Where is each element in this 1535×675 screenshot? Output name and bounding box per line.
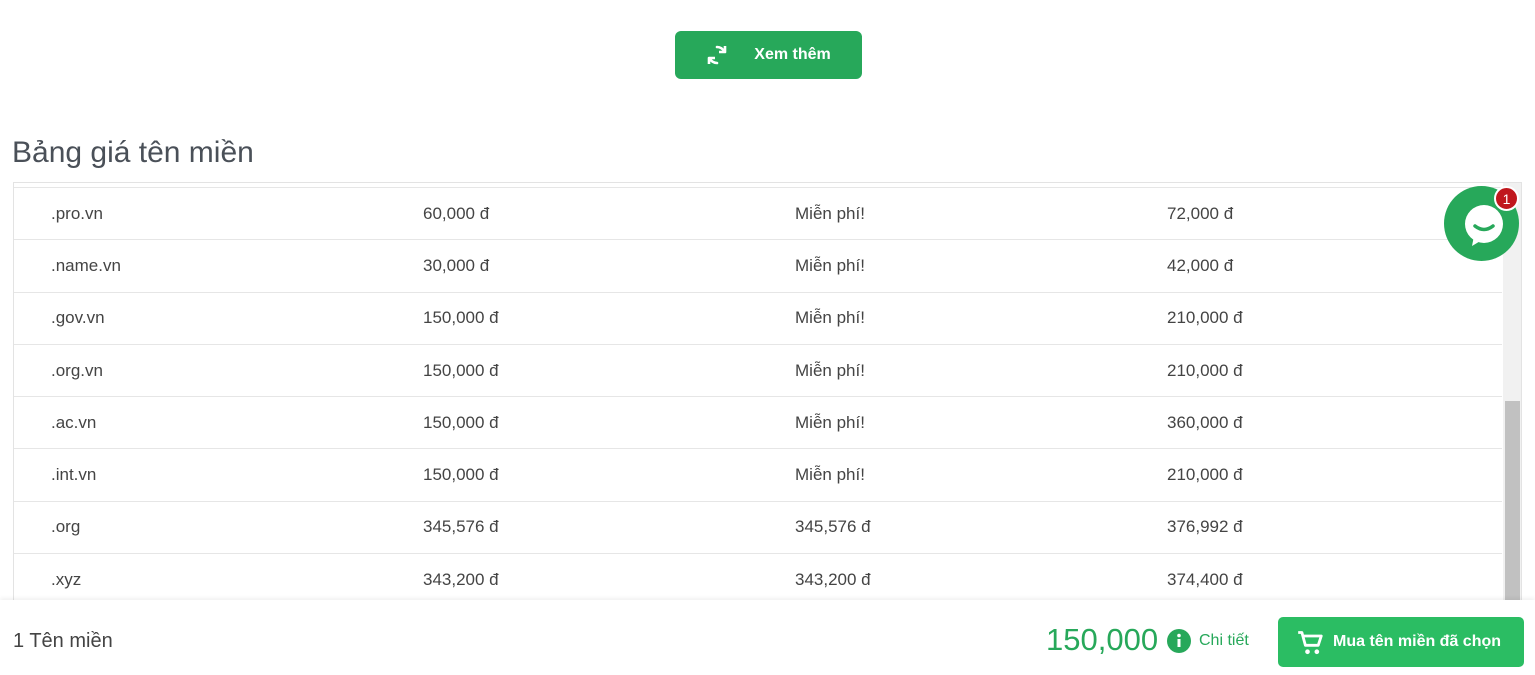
- transfer-price-cell: Miễn phí!: [795, 203, 865, 223]
- table-row[interactable]: .org 345,576 đ 345,576 đ 376,992 đ: [14, 502, 1502, 555]
- transfer-price-cell: Miễn phí!: [795, 412, 865, 432]
- renew-price-cell: 210,000 đ: [1167, 308, 1243, 328]
- table-row[interactable]: .name.vn 30,000 đ Miễn phí! 42,000 đ: [14, 240, 1502, 293]
- table-row[interactable]: .int.vn 150,000 đ Miễn phí! 210,000 đ: [14, 449, 1502, 502]
- table-row[interactable]: .org.vn 150,000 đ Miễn phí! 210,000 đ: [14, 345, 1502, 398]
- info-icon[interactable]: [1166, 628, 1192, 654]
- register-price-cell: 30,000 đ: [423, 255, 490, 275]
- cart-total: 150,000: [1046, 622, 1159, 657]
- register-price-cell: 150,000 đ: [423, 360, 499, 380]
- domain-tld-cell: .xyz: [51, 569, 82, 589]
- register-price-cell: 150,000 đ: [423, 465, 499, 485]
- domain-tld-cell: .ac.vn: [51, 412, 97, 432]
- renew-price-cell: 210,000 đ: [1167, 360, 1243, 380]
- detail-link[interactable]: Chi tiết: [1199, 632, 1249, 650]
- buy-selected-domains-button[interactable]: Mua tên miền đã chọn: [1278, 617, 1524, 667]
- renew-price-cell: 210,000 đ: [1167, 465, 1243, 485]
- renew-price-cell: 376,992 đ: [1167, 517, 1243, 537]
- transfer-price-cell: Miễn phí!: [795, 308, 865, 328]
- table-row[interactable]: .ac.vn 150,000 đ Miễn phí! 360,000 đ: [14, 397, 1502, 450]
- renew-price-cell: 42,000 đ: [1167, 255, 1234, 275]
- transfer-price-cell: 343,200 đ: [795, 569, 871, 589]
- refresh-icon: [707, 45, 727, 65]
- domain-tld-cell: .name.vn: [51, 255, 121, 275]
- register-price-cell: 343,200 đ: [423, 569, 499, 589]
- domain-tld-cell: .int.vn: [51, 465, 97, 485]
- cart-icon: [1298, 631, 1323, 655]
- renew-price-cell: 72,000 đ: [1167, 203, 1234, 223]
- transfer-price-cell: Miễn phí!: [795, 465, 865, 485]
- register-price-cell: 150,000 đ: [423, 308, 499, 328]
- renew-price-cell: 374,400 đ: [1167, 569, 1243, 589]
- transfer-price-cell: Miễn phí!: [795, 360, 865, 380]
- table-row[interactable]: .xyz 343,200 đ 343,200 đ 374,400 đ: [14, 554, 1502, 600]
- domain-tld-cell: .org.vn: [51, 360, 103, 380]
- transfer-price-cell: Miễn phí!: [795, 255, 865, 275]
- table-row[interactable]: .gov.vn 150,000 đ Miễn phí! 210,000 đ: [14, 293, 1502, 345]
- renew-price-cell: 360,000 đ: [1167, 412, 1243, 432]
- buy-button-label: Mua tên miền đã chọn: [1333, 633, 1502, 650]
- table-row[interactable]: .pro.vn 60,000 đ Miễn phí! 72,000 đ: [14, 187, 1502, 241]
- register-price-cell: 345,576 đ: [423, 517, 499, 537]
- scrollbar-thumb[interactable]: [1505, 401, 1520, 600]
- domain-tld-cell: .org: [51, 517, 81, 537]
- load-more-label: Xem thêm: [754, 46, 831, 63]
- cart-footer: 1 Tên miền 150,000 Chi tiết Mua tên miền…: [0, 600, 1535, 675]
- domain-tld-cell: .pro.vn: [51, 203, 103, 223]
- chat-notification-badge: 1: [1494, 186, 1519, 211]
- transfer-price-cell: 345,576 đ: [795, 517, 871, 537]
- register-price-cell: 150,000 đ: [423, 412, 499, 432]
- price-table: .pro.vn 60,000 đ Miễn phí! 72,000 đ .name.vn…: [13, 182, 1522, 600]
- load-more-button[interactable]: Xem thêm: [675, 31, 862, 79]
- section-title: Bảng giá tên miền: [12, 136, 254, 169]
- selected-domain-count: 1 Tên miền: [13, 630, 113, 652]
- domain-tld-cell: .gov.vn: [51, 308, 105, 328]
- register-price-cell: 60,000 đ: [423, 203, 490, 223]
